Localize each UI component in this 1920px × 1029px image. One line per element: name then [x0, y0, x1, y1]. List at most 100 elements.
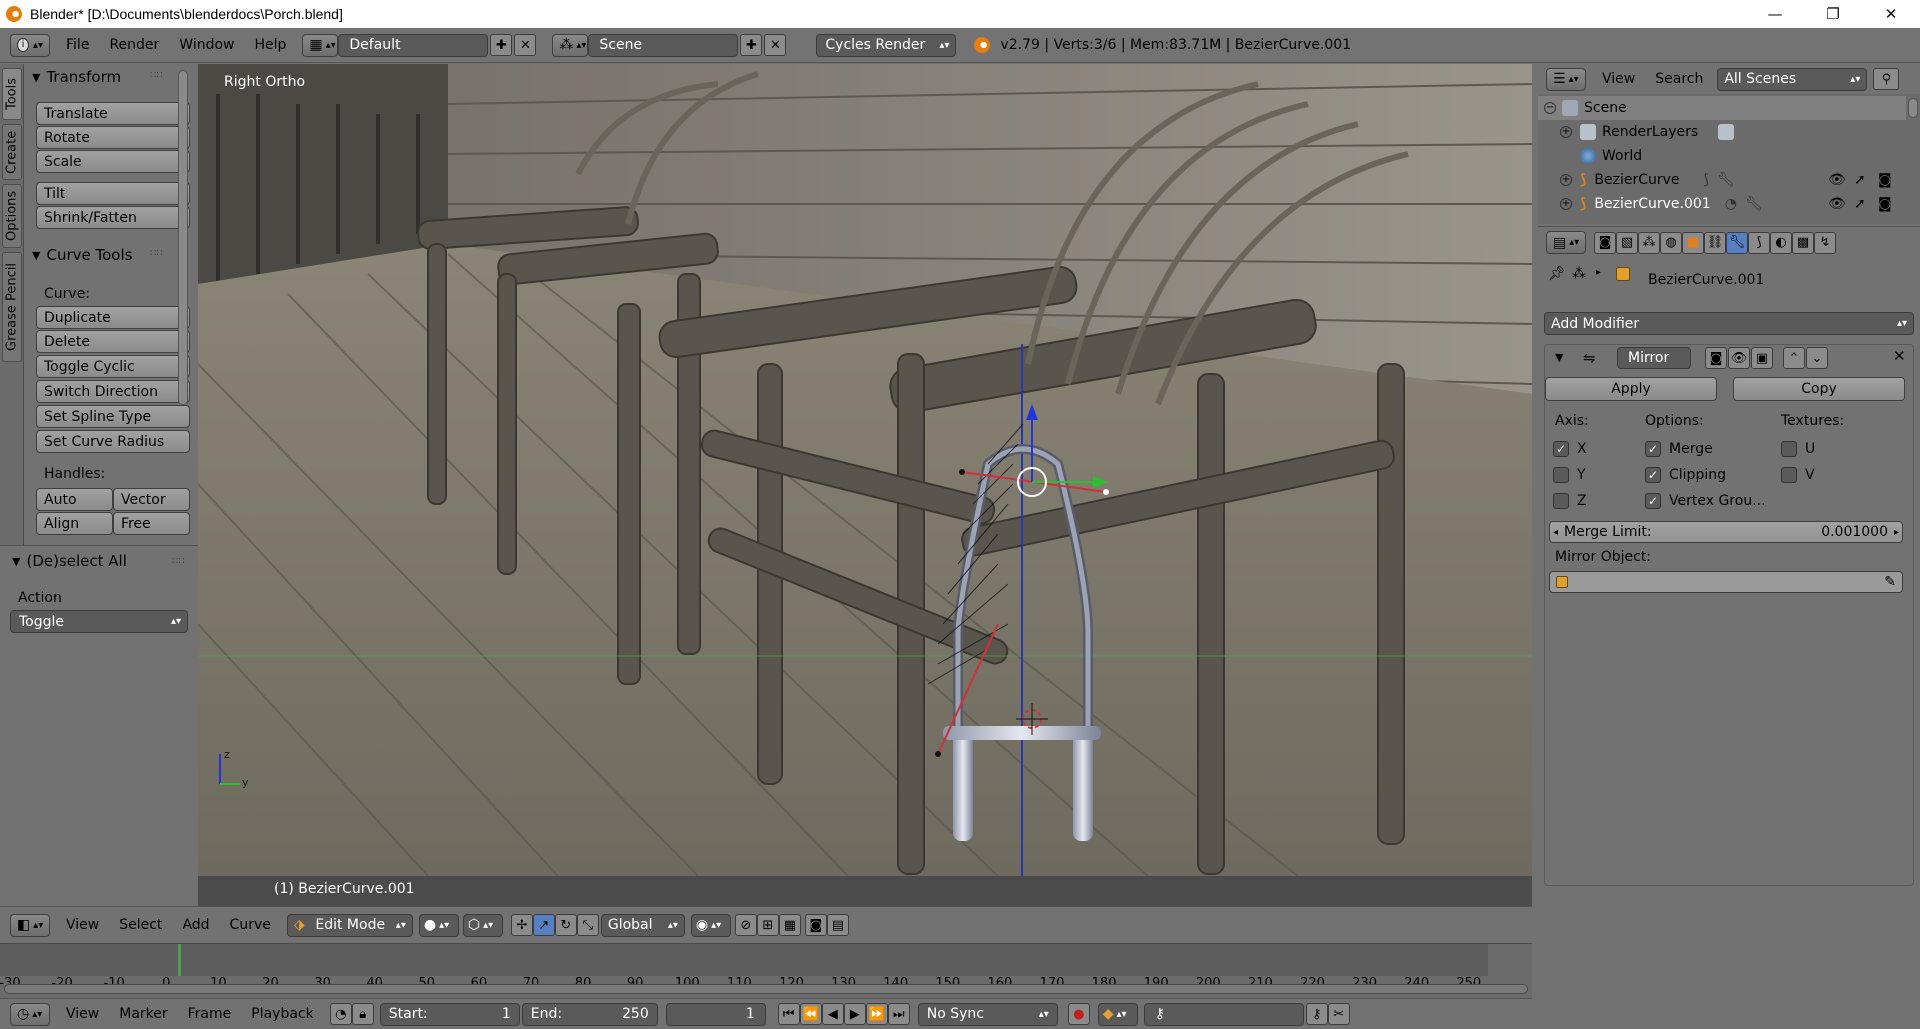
orientation-select[interactable]: Global ▴▾ [600, 913, 685, 937]
next-keyframe-icon[interactable]: ⏩ [865, 1003, 888, 1025]
tab-tools[interactable]: Tools [2, 68, 22, 120]
render-layers-tab-icon[interactable]: ▧ [1616, 231, 1638, 254]
mirror-object-field[interactable]: ✎ [1549, 571, 1903, 593]
jump-end-icon[interactable]: ⏭ [887, 1003, 910, 1025]
current-frame-line[interactable] [178, 944, 181, 976]
menu-playback[interactable]: Playback [241, 1006, 323, 1022]
renderable-camera-icon[interactable]: ◙ [1878, 196, 1892, 212]
switch-direction-button[interactable]: Switch Direction [36, 380, 190, 403]
rotate-button[interactable]: Rotate [36, 126, 190, 149]
handle-auto-button[interactable]: Auto [36, 488, 113, 511]
current-frame-field[interactable]: 1 [665, 1002, 766, 1026]
mode-select[interactable]: ⬗ Edit Mode ▴▾ [286, 913, 413, 937]
3d-viewport[interactable]: z y Right Ortho [198, 64, 1532, 906]
eyedropper-icon[interactable]: ✎ [1884, 574, 1896, 590]
visibility-eye-icon[interactable]: 👁︎ [1828, 196, 1846, 212]
constraints-tab-icon[interactable]: ⛓ [1704, 231, 1726, 254]
pivot-select[interactable]: ⬡ ▴▾ [462, 913, 503, 937]
expand-icon[interactable]: + [1560, 174, 1572, 186]
set-spline-type-button[interactable]: Set Spline Type [36, 405, 190, 428]
move-up-icon[interactable]: ⌃ [1783, 347, 1805, 369]
tilt-button[interactable]: Tilt [36, 182, 190, 205]
snap-element-icon[interactable]: ⊞ [756, 914, 779, 936]
display-mode-select[interactable]: All Scenes ▴▾ [1717, 67, 1868, 91]
tab-create[interactable]: Create [2, 124, 22, 180]
snap-target-icon[interactable]: ▦ [778, 914, 801, 936]
editor-type-button[interactable]: ◷ ▴▾ [10, 1002, 50, 1026]
add-layout-icon[interactable]: ✚ [490, 34, 513, 56]
render-snapshot-icon[interactable]: ◙ [804, 914, 827, 936]
decrement-icon[interactable]: ◂ [1553, 527, 1558, 538]
maximize-button[interactable]: ❐ [1804, 0, 1862, 28]
record-icon[interactable]: ● [1067, 1003, 1090, 1025]
menu-window[interactable]: Window [169, 37, 244, 53]
rotate-manipulator-icon[interactable]: ↻ [554, 914, 577, 936]
start-frame-field[interactable]: Start: 1 [379, 1002, 520, 1026]
play-icon[interactable]: ▶ [843, 1003, 866, 1025]
editor-type-button[interactable]: ◧ ▴▾ [10, 913, 50, 937]
texture-tab-icon[interactable]: ▩ [1792, 231, 1814, 254]
menu-view[interactable]: View [1592, 71, 1645, 87]
add-modifier-select[interactable]: Add Modifier ▴▾ [1544, 312, 1914, 335]
menu-view[interactable]: View [56, 917, 109, 933]
menu-search[interactable]: Search [1645, 71, 1713, 87]
editor-type-button[interactable]: ▤ ▴▾ [1546, 231, 1586, 254]
move-down-icon[interactable]: ⌄ [1806, 347, 1828, 369]
jump-start-icon[interactable]: ⏮ [777, 1003, 800, 1025]
lock-icon[interactable]: 🔒︎ [351, 1003, 374, 1025]
apply-button[interactable]: Apply [1545, 377, 1717, 401]
collapse-icon[interactable]: − [1544, 102, 1556, 114]
keying-set-field[interactable]: ⚷ [1143, 1002, 1304, 1026]
minimize-button[interactable]: — [1746, 0, 1804, 28]
selectable-arrow-icon[interactable]: ➚ [1854, 196, 1866, 212]
remove-scene-icon[interactable]: ✕ [764, 34, 787, 56]
clipping-checkbox[interactable]: ✓ [1645, 467, 1661, 483]
axis-y-checkbox[interactable] [1553, 467, 1569, 483]
redo-panel-header[interactable]: ▼ (De)select All [12, 552, 127, 570]
object-tab-icon[interactable]: ■ [1682, 231, 1704, 254]
outliner-scrollbar[interactable] [1908, 98, 1918, 118]
outliner-item-scene[interactable]: − Scene [1538, 96, 1906, 120]
merge-checkbox[interactable]: ✓ [1645, 441, 1661, 457]
menu-add[interactable]: Add [172, 917, 219, 933]
menu-frame[interactable]: Frame [178, 1006, 242, 1022]
preview-range-icon[interactable]: ◔ [329, 1003, 352, 1025]
render-tab-icon[interactable]: ◙ [1594, 231, 1616, 254]
menu-help[interactable]: Help [244, 37, 296, 53]
menu-view[interactable]: View [56, 1006, 109, 1022]
scene-browse-button[interactable]: ⁂ ▴▾ [552, 33, 589, 57]
expand-icon[interactable]: + [1560, 198, 1572, 210]
modifier-name-field[interactable]: Mirror [1617, 347, 1691, 369]
collapse-icon[interactable]: ▼ [1555, 351, 1563, 364]
shrink-fatten-button[interactable]: Shrink/Fatten [36, 206, 190, 229]
panel-grip-icon[interactable]: ∷∷ [150, 248, 163, 259]
delete-button[interactable]: Delete [36, 330, 190, 353]
layout-name-field[interactable]: Default [338, 33, 489, 57]
merge-limit-field[interactable]: ◂ Merge Limit: 0.001000 ▸ [1549, 521, 1903, 543]
remove-layout-icon[interactable]: ✕ [514, 34, 537, 56]
handle-align-button[interactable]: Align [36, 512, 113, 535]
tab-options[interactable]: Options [2, 184, 22, 248]
outliner-item-beziercurve-001[interactable]: + ⟆ BezierCurve.001 ◔ 🔧︎ 👁︎ ➚ ◙ [1538, 192, 1906, 216]
selectable-arrow-icon[interactable]: ➚ [1854, 172, 1866, 188]
keying-set-select[interactable]: ◆ ▴▾ [1097, 1002, 1138, 1026]
delete-keyframe-icon[interactable]: ✂ [1327, 1003, 1350, 1025]
toolshelf-scrollbar[interactable] [178, 70, 190, 540]
translate-button[interactable]: Translate [36, 102, 190, 125]
end-frame-field[interactable]: End: 250 [521, 1002, 658, 1026]
modifier-viewport-toggle-icon[interactable]: 👁︎ [1728, 347, 1750, 369]
copy-button[interactable]: Copy [1733, 377, 1905, 401]
axis-z-checkbox[interactable] [1553, 493, 1569, 509]
insert-keyframe-icon[interactable]: ⚷ [1305, 1003, 1328, 1025]
pin-icon[interactable]: 📌︎ [1548, 266, 1566, 282]
duplicate-button[interactable]: Duplicate [36, 306, 190, 329]
panel-grip-icon[interactable]: ∷∷ [150, 70, 163, 81]
translate-manipulator-icon[interactable]: ↗ [532, 914, 555, 936]
world-tab-icon[interactable]: ◍ [1660, 231, 1682, 254]
outliner-item-renderlayers[interactable]: + RenderLayers [1538, 120, 1906, 144]
snap-toggle-icon[interactable]: ⊘ [734, 914, 757, 936]
expand-icon[interactable]: + [1560, 126, 1572, 138]
timeline-scrollbar[interactable] [4, 984, 1528, 994]
modifiers-tab-icon[interactable]: 🔧︎ [1726, 231, 1748, 254]
search-icon[interactable]: ⚲ [1873, 68, 1900, 90]
